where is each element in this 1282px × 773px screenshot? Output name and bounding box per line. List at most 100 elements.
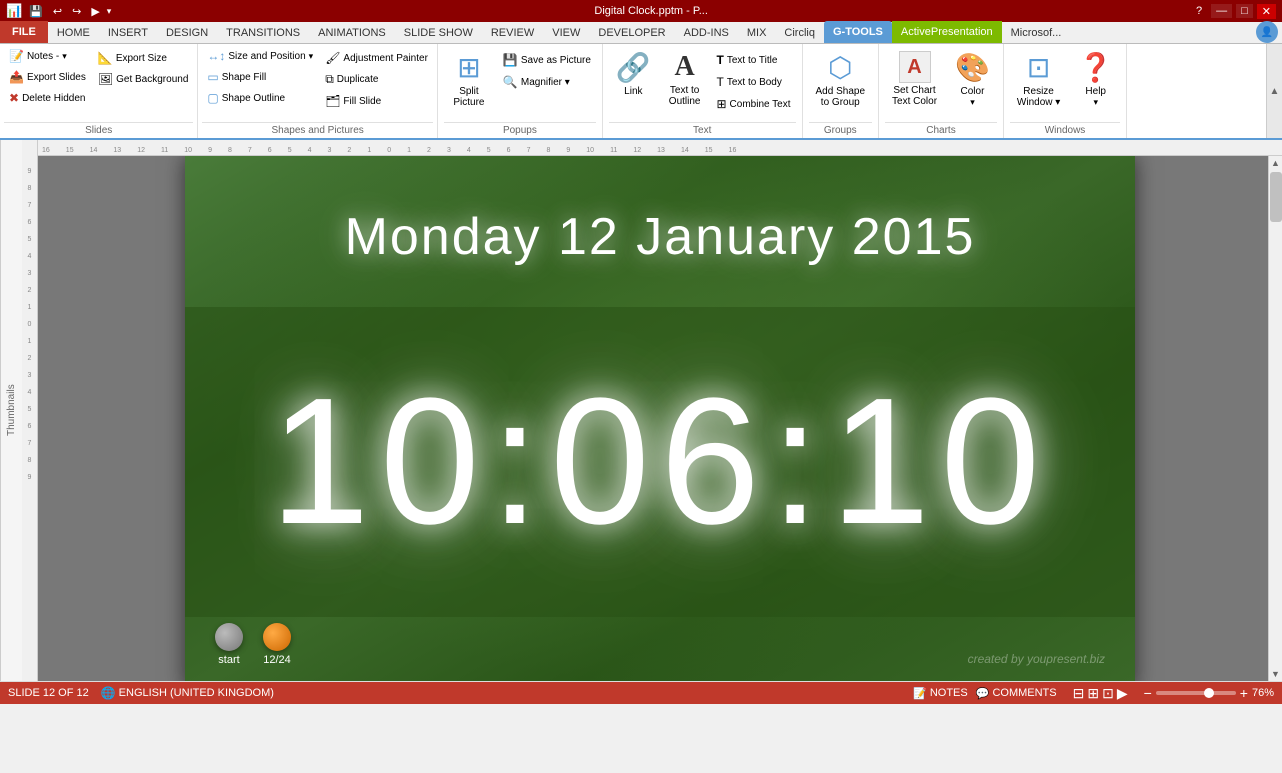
qat-redo[interactable]: ↪ xyxy=(69,4,84,19)
tab-animations[interactable]: ANIMATIONS xyxy=(309,23,395,43)
painter-icon: 🖌 xyxy=(325,51,340,65)
add-shape-group-btn[interactable]: ⬡ Add Shapeto Group xyxy=(809,46,873,113)
help-icon: ❓ xyxy=(1078,51,1113,84)
shapes-group-label: Shapes and Pictures xyxy=(202,122,433,136)
tab-review[interactable]: REVIEW xyxy=(482,23,543,43)
text-group-label: Text xyxy=(609,122,796,136)
tab-addins[interactable]: ADD-INS xyxy=(675,23,738,43)
close-btn[interactable]: ✕ xyxy=(1257,4,1276,19)
tab-file[interactable]: FILE xyxy=(0,21,48,43)
save-picture-icon: 💾 xyxy=(503,53,518,67)
scroll-thumb[interactable] xyxy=(1270,172,1282,222)
combine-text-btn[interactable]: ⊞ Combine Text xyxy=(711,94,795,114)
set-chart-color-btn[interactable]: A Set ChartText Color xyxy=(885,46,944,112)
ribbon-collapse-btn[interactable]: ▲ xyxy=(1266,44,1282,138)
duplicate-btn[interactable]: ⧉ Duplicate xyxy=(320,69,433,90)
add-shape-icon: ⬡ xyxy=(828,51,852,84)
minimize-btn[interactable]: — xyxy=(1211,4,1232,18)
ribbon-group-text: 🔗 Link A Text toOutline T Text to Title … xyxy=(603,44,803,138)
link-icon: 🔗 xyxy=(616,51,651,84)
ribbon-user-avatar: 👤 xyxy=(1256,21,1278,43)
help-ribbon-btn[interactable]: ❓ Help ▾ xyxy=(1071,46,1120,113)
language-indicator: 🌐 ENGLISH (UNITED KINGDOM) xyxy=(101,686,274,700)
tab-home[interactable]: HOME xyxy=(48,23,99,43)
zoom-in-btn[interactable]: + xyxy=(1240,685,1248,701)
slide-watermark: created by youpresent.biz xyxy=(968,652,1105,666)
help-btn[interactable]: ? xyxy=(1191,4,1207,18)
scrollbar-vertical[interactable]: ▲ ▼ xyxy=(1268,156,1282,681)
tab-insert[interactable]: INSERT xyxy=(99,23,157,43)
qat-undo[interactable]: ↩ xyxy=(50,4,65,19)
ppt-icon: 📊 xyxy=(6,3,22,19)
color-btn[interactable]: 🎨 Color ▾ xyxy=(948,46,997,113)
tab-circliq[interactable]: Circliq xyxy=(775,23,824,43)
view-slideshow-btn[interactable]: ▶ xyxy=(1117,685,1128,702)
ribbon-group-slides: 📝 Notes - ▾ 📤 Export Slides ✖ Delete Hid… xyxy=(0,44,198,138)
qat-play[interactable]: ▶ xyxy=(88,4,102,19)
tab-design[interactable]: DESIGN xyxy=(157,23,217,43)
resize-window-btn[interactable]: ⊡ ResizeWindow ▾ xyxy=(1010,46,1067,113)
export-slides-btn[interactable]: 📤 Export Slides xyxy=(4,67,91,87)
size-position-btn[interactable]: ↔↕ Size and Position ▾ xyxy=(202,46,318,66)
notes-btn[interactable]: 📝 Notes - ▾ xyxy=(4,46,91,66)
tab-developer[interactable]: DEVELOPER xyxy=(589,23,674,43)
text-title-icon: T xyxy=(716,53,723,67)
save-as-picture-btn[interactable]: 💾 Save as Picture xyxy=(498,50,596,70)
groups-group-label: Groups xyxy=(809,122,873,136)
text-to-body-btn[interactable]: T Text to Body xyxy=(711,72,795,92)
tab-microsoft[interactable]: Microsof... xyxy=(1002,23,1071,43)
text-to-outline-btn[interactable]: A Text toOutline xyxy=(662,46,708,112)
tab-slideshow[interactable]: SLIDE SHOW xyxy=(395,23,482,43)
get-background-btn[interactable]: 🖼 Get Background xyxy=(93,69,194,89)
magnifier-btn[interactable]: 🔍 Magnifier ▾ xyxy=(498,72,596,92)
notes-status-btn[interactable]: 📝 NOTES xyxy=(913,687,968,700)
ribbon-group-groups: ⬡ Add Shapeto Group Groups xyxy=(803,44,880,138)
maximize-btn[interactable]: □ xyxy=(1236,4,1253,18)
ribbon-group-charts: A Set ChartText Color 🎨 Color ▾ Charts xyxy=(879,44,1004,138)
ruler-vertical: 9 8 7 6 5 4 3 2 1 0 1 2 3 4 5 6 7 8 9 xyxy=(22,140,38,681)
text-to-title-btn[interactable]: T Text to Title xyxy=(711,50,795,70)
zoom-level: 76% xyxy=(1252,687,1274,699)
slide-indicator: SLIDE 12 OF 12 xyxy=(8,687,89,699)
scroll-up-arrow[interactable]: ▲ xyxy=(1269,156,1282,170)
tab-mix[interactable]: MIX xyxy=(738,23,776,43)
view-reading-btn[interactable]: ⊡ xyxy=(1102,685,1114,702)
scroll-down-arrow[interactable]: ▼ xyxy=(1269,667,1282,681)
slide-time: 10:06:10 xyxy=(185,307,1135,617)
tab-view[interactable]: VIEW xyxy=(543,23,589,43)
start-button[interactable]: start xyxy=(215,623,243,666)
view-sorter-btn[interactable]: ⊞ xyxy=(1087,685,1099,702)
lang-icon: 🌐 xyxy=(101,686,116,700)
ribbon-group-shapes: ↔↕ Size and Position ▾ ▭ Shape Fill ▢ Sh… xyxy=(198,44,438,138)
shape-fill-icon: ▭ xyxy=(207,70,218,84)
qat-save[interactable]: 💾 xyxy=(26,4,46,19)
delete-hidden-btn[interactable]: ✖ Delete Hidden xyxy=(4,88,91,108)
shape-outline-btn[interactable]: ▢ Shape Outline xyxy=(202,88,318,108)
split-picture-btn[interactable]: ⊞ SplitPicture xyxy=(444,46,494,113)
charts-group-label: Charts xyxy=(885,122,997,136)
tab-transitions[interactable]: TRANSITIONS xyxy=(217,23,309,43)
zoom-out-btn[interactable]: − xyxy=(1144,685,1152,701)
export-size-btn[interactable]: 📐 Export Size xyxy=(93,48,194,68)
text-body-icon: T xyxy=(716,75,723,89)
fill-slide-btn[interactable]: 🗂 Fill Slide xyxy=(320,91,433,111)
thumbnails-panel: Thumbnails xyxy=(0,140,22,681)
split-picture-icon: ⊞ xyxy=(457,51,480,84)
text-outline-icon: A xyxy=(675,51,695,83)
zoom-slider[interactable] xyxy=(1156,691,1236,695)
color-icon: 🎨 xyxy=(955,51,990,84)
background-icon: 🖼 xyxy=(98,72,113,86)
tab-activepres[interactable]: ActivePresentation xyxy=(892,21,1002,43)
shape-fill-btn[interactable]: ▭ Shape Fill xyxy=(202,67,318,87)
duplicate-icon: ⧉ xyxy=(325,72,334,87)
comments-icon: 💬 xyxy=(976,687,990,700)
link-btn[interactable]: 🔗 Link xyxy=(609,46,658,102)
comments-status-btn[interactable]: 💬 COMMENTS xyxy=(976,687,1057,700)
slide-date: Monday 12 January 2015 xyxy=(185,207,1135,267)
magnifier-icon: 🔍 xyxy=(503,75,518,89)
title-bar-title: Digital Clock.pptm - P... xyxy=(111,5,1191,17)
adjustment-painter-btn[interactable]: 🖌 Adjustment Painter xyxy=(320,48,433,68)
tab-gtools[interactable]: G-TOOLS xyxy=(824,21,892,43)
time-format-button[interactable]: 12/24 xyxy=(263,623,291,666)
view-normal-btn[interactable]: ⊟ xyxy=(1073,685,1085,702)
